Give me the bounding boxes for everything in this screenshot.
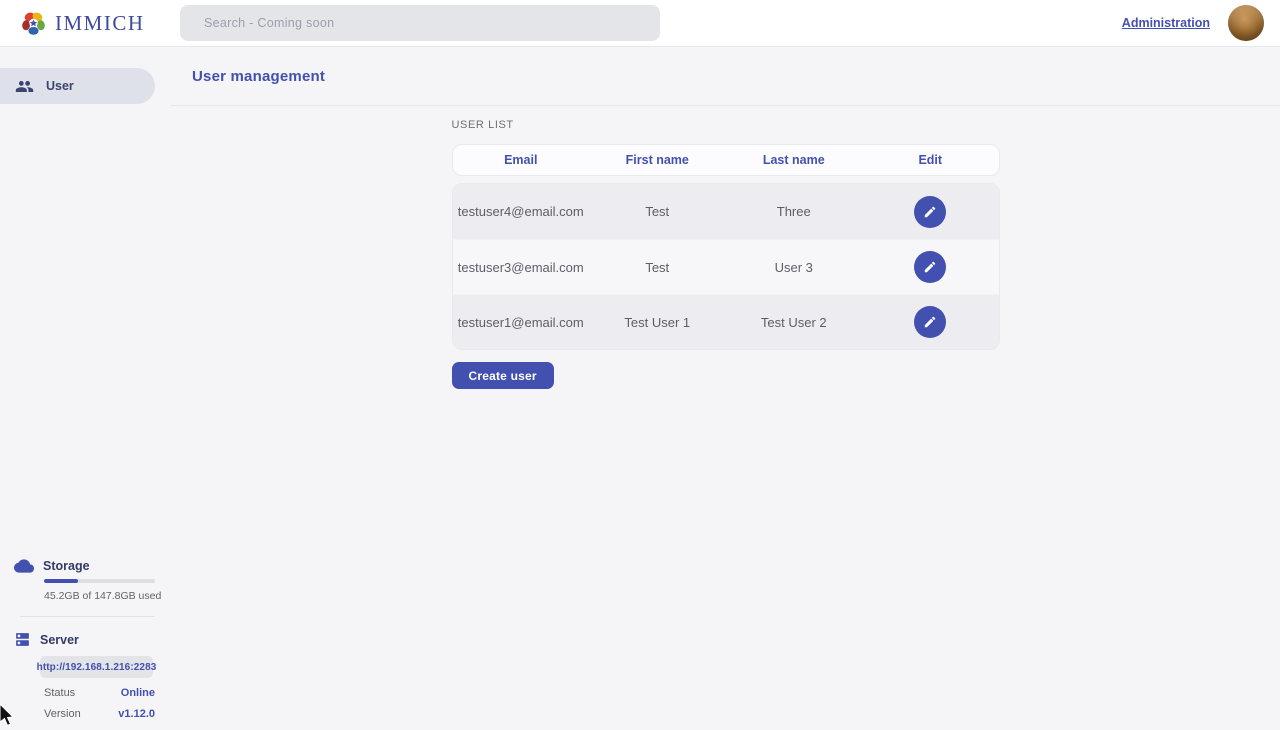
user-first-name-cell: Test (589, 204, 726, 219)
main-area: User management USER LIST Email First na… (171, 47, 1280, 730)
server-version-value: v1.12.0 (118, 708, 155, 720)
user-last-name-cell: Test User 2 (726, 315, 863, 330)
search-input[interactable] (180, 5, 660, 41)
pencil-icon (923, 260, 937, 274)
storage-usage-text: 45.2GB of 147.8GB used (44, 590, 171, 602)
user-last-name-cell: Three (726, 204, 863, 219)
server-status-label: Status (44, 687, 75, 699)
user-avatar[interactable] (1228, 5, 1264, 41)
user-first-name-cell: Test User 1 (589, 315, 726, 330)
edit-user-button[interactable] (914, 196, 946, 228)
create-user-button[interactable]: Create user (452, 362, 554, 389)
app-header: IMMICH Administration (0, 0, 1280, 47)
users-icon (15, 77, 34, 96)
storage-progress-bar (44, 579, 155, 583)
administration-link[interactable]: Administration (1122, 16, 1210, 30)
sidebar: User Storage 45.2GB of 147.8GB used Serv… (0, 47, 171, 730)
table-row: testuser1@email.com Test User 1 Test Use… (453, 294, 999, 349)
edit-user-button[interactable] (914, 251, 946, 283)
immich-logo-icon (20, 10, 47, 37)
user-email-cell: testuser1@email.com (453, 315, 590, 330)
sidebar-divider (20, 616, 155, 617)
column-header-email: Email (453, 153, 590, 167)
server-icon (14, 631, 31, 648)
edit-user-button[interactable] (914, 306, 946, 338)
sidebar-item-label: User (46, 79, 74, 93)
brand: IMMICH (0, 10, 180, 37)
table-row: testuser3@email.com Test User 3 (453, 239, 999, 294)
sidebar-item-user[interactable]: User (0, 68, 155, 104)
user-table-header: Email First name Last name Edit (452, 144, 1000, 176)
page-title: User management (192, 68, 325, 85)
user-list-label: USER LIST (452, 119, 1000, 131)
server-version-label: Version (44, 708, 81, 720)
title-bar: User management (171, 47, 1280, 106)
user-first-name-cell: Test (589, 260, 726, 275)
brand-name: IMMICH (55, 11, 145, 36)
column-header-edit: Edit (862, 153, 999, 167)
user-email-cell: testuser3@email.com (453, 260, 590, 275)
server-status-value: Online (121, 687, 155, 699)
column-header-last-name: Last name (726, 153, 863, 167)
user-table-body: testuser4@email.com Test Three testuser3… (452, 183, 1000, 350)
pencil-icon (923, 315, 937, 329)
pencil-icon (923, 205, 937, 219)
cloud-icon (14, 559, 34, 573)
column-header-first-name: First name (589, 153, 726, 167)
table-row: testuser4@email.com Test Three (453, 184, 999, 239)
storage-progress-fill (44, 579, 78, 583)
server-url: http://192.168.1.216:2283 (40, 656, 153, 678)
user-last-name-cell: User 3 (726, 260, 863, 275)
storage-title: Storage (43, 559, 90, 573)
server-title: Server (40, 633, 79, 647)
sidebar-status-panel: Storage 45.2GB of 147.8GB used Server ht… (0, 559, 171, 720)
user-email-cell: testuser4@email.com (453, 204, 590, 219)
